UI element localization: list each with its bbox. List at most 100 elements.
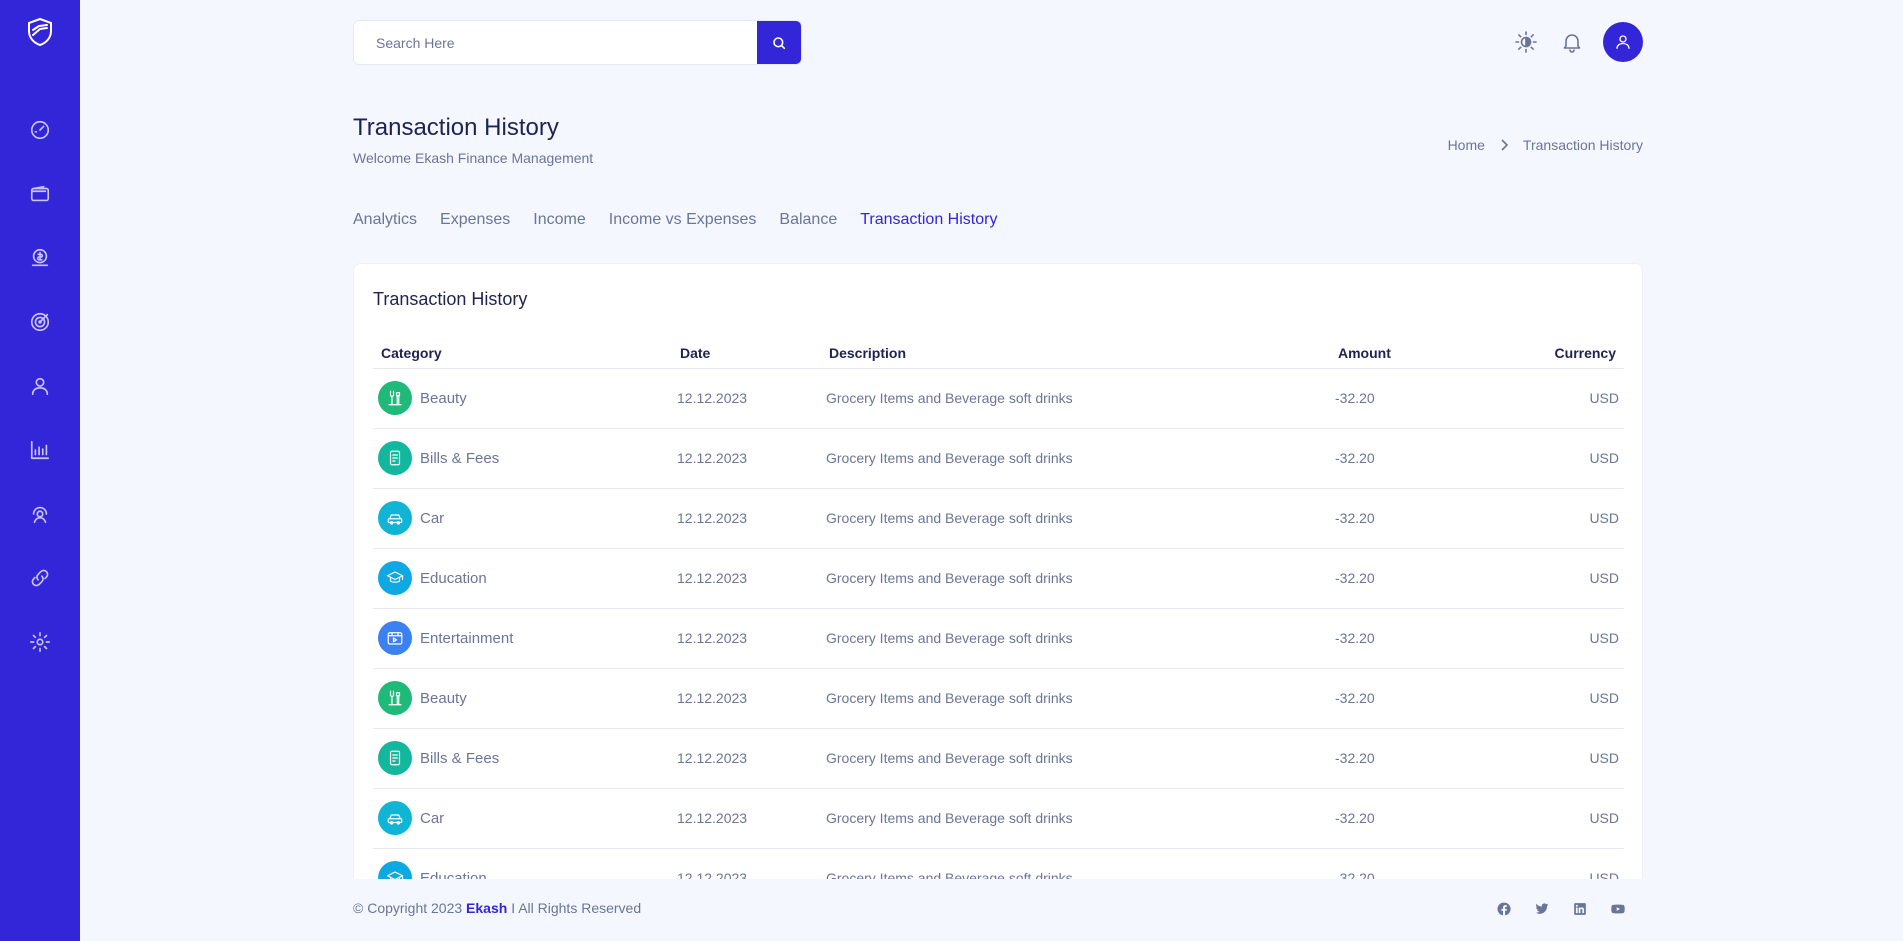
tabs: Analytics Expenses Income Income vs Expe… xyxy=(353,211,1020,229)
currency-cell: USD xyxy=(1500,488,1624,549)
table-row[interactable]: Bills & Fees 12.12.2023 Grocery Items and … xyxy=(373,428,1624,489)
amount-cell: -32.20 xyxy=(1330,548,1500,609)
target-icon xyxy=(30,312,50,332)
category-label: Beauty xyxy=(420,689,467,707)
footer-brand-link[interactable]: Ekash xyxy=(466,900,507,916)
gear-icon xyxy=(30,632,50,652)
breadcrumb-current: Transaction History xyxy=(1522,137,1643,153)
card-title: Transaction History xyxy=(373,289,528,309)
logo[interactable] xyxy=(22,14,58,50)
copyright-suffix: I All Rights Reserved xyxy=(511,900,642,916)
sidebar-item-profile[interactable] xyxy=(18,364,62,408)
currency-cell: USD xyxy=(1500,548,1624,609)
currency-cell: USD xyxy=(1500,368,1624,429)
search-icon xyxy=(773,36,786,49)
linkedin-icon[interactable] xyxy=(1569,898,1591,920)
category: Car xyxy=(378,501,667,535)
search-button[interactable] xyxy=(757,21,801,64)
amount-cell: -32.20 xyxy=(1330,728,1500,789)
facebook-icon[interactable] xyxy=(1493,898,1515,920)
sidebar-item-dashboard[interactable] xyxy=(18,108,62,152)
transaction-history-card: Transaction History Category Date Descri… xyxy=(353,263,1643,941)
copyright: © Copyright 2023 Ekash I All Rights Rese… xyxy=(353,900,641,916)
notifications-button[interactable] xyxy=(1557,27,1587,57)
main-content: Transaction History Welcome Ekash Financ… xyxy=(353,0,1643,941)
amount-cell: -32.20 xyxy=(1330,608,1500,669)
category: Entertainment xyxy=(378,621,667,655)
currency-cell: USD xyxy=(1500,728,1624,789)
tab-analytics[interactable]: Analytics xyxy=(353,211,417,229)
category: Car xyxy=(378,801,667,835)
breadcrumb: Home Transaction History xyxy=(1448,137,1643,153)
amount-cell: -32.20 xyxy=(1330,788,1500,849)
support-icon xyxy=(32,506,48,524)
table-row[interactable]: Car 12.12.2023 Grocery Items and Beverage … xyxy=(373,788,1624,849)
category: Education xyxy=(378,561,667,595)
table-row[interactable]: Bills & Fees 12.12.2023 Grocery Items and … xyxy=(373,728,1624,789)
sidebar-nav xyxy=(18,108,62,684)
category: Bills & Fees xyxy=(378,741,667,775)
table-row[interactable]: Car 12.12.2023 Grocery Items and Beverage … xyxy=(373,488,1624,549)
sidebar-item-wallet[interactable] xyxy=(18,172,62,216)
search-box xyxy=(353,20,802,65)
sidebar-item-links[interactable] xyxy=(18,556,62,600)
transaction-table: Category Date Description Amount Currenc… xyxy=(373,338,1624,909)
entertainment-icon xyxy=(378,621,412,655)
tab-balance[interactable]: Balance xyxy=(779,211,837,229)
column-header-description: Description xyxy=(821,338,1330,369)
graduation-cap-icon xyxy=(378,561,412,595)
date-cell: 12.12.2023 xyxy=(672,788,821,849)
bill-icon xyxy=(378,741,412,775)
description-cell: Grocery Items and Beverage soft drinks xyxy=(821,488,1330,549)
page-header: Transaction History Welcome Ekash Financ… xyxy=(353,114,1643,166)
category-cell: Education xyxy=(373,548,672,609)
column-header-category: Category xyxy=(373,338,672,369)
table-row[interactable]: Education 12.12.2023 Grocery Items and Bev… xyxy=(373,548,1624,609)
table-body: Beauty 12.12.2023 Grocery Items and Bevera… xyxy=(373,368,1624,909)
sidebar-item-analytics[interactable] xyxy=(18,428,62,472)
user-icon xyxy=(1616,35,1630,49)
date-cell: 12.12.2023 xyxy=(672,368,821,429)
sidebar-item-settings[interactable] xyxy=(18,620,62,664)
theme-toggle[interactable] xyxy=(1511,27,1541,57)
category-cell: Beauty xyxy=(373,368,672,429)
currency-cell: USD xyxy=(1500,668,1624,729)
description-cell: Grocery Items and Beverage soft drinks xyxy=(821,608,1330,669)
speedometer-icon xyxy=(30,120,50,140)
breadcrumb-home[interactable]: Home xyxy=(1448,137,1485,153)
tab-income-vs-expenses[interactable]: Income vs Expenses xyxy=(609,211,757,229)
description-cell: Grocery Items and Beverage soft drinks xyxy=(821,548,1330,609)
sidebar xyxy=(0,0,80,941)
tab-expenses[interactable]: Expenses xyxy=(440,211,510,229)
table-row[interactable]: Beauty 12.12.2023 Grocery Items and Bevera… xyxy=(373,368,1624,429)
sidebar-item-money[interactable] xyxy=(18,236,62,280)
description-cell: Grocery Items and Beverage soft drinks xyxy=(821,368,1330,429)
sidebar-item-goals[interactable] xyxy=(18,300,62,344)
tab-income[interactable]: Income xyxy=(533,211,585,229)
beauty-icon xyxy=(378,381,412,415)
social-links xyxy=(1477,898,1629,920)
youtube-icon[interactable] xyxy=(1607,898,1629,920)
date-cell: 12.12.2023 xyxy=(672,548,821,609)
tab-transaction-history[interactable]: Transaction History xyxy=(860,211,997,229)
category: Beauty xyxy=(378,381,667,415)
table-row[interactable]: Entertainment 12.12.2023 Grocery Items and… xyxy=(373,608,1624,669)
category-cell: Bills & Fees xyxy=(373,728,672,789)
twitter-icon[interactable] xyxy=(1531,898,1553,920)
category-cell: Beauty xyxy=(373,668,672,729)
amount-cell: -32.20 xyxy=(1330,428,1500,489)
currency-cell: USD xyxy=(1500,608,1624,669)
table-row[interactable]: Beauty 12.12.2023 Grocery Items and Bevera… xyxy=(373,668,1624,729)
beauty-icon xyxy=(378,681,412,715)
date-cell: 12.12.2023 xyxy=(672,668,821,729)
topbar xyxy=(353,20,1643,66)
category-cell: Car xyxy=(373,488,672,549)
sidebar-item-support[interactable] xyxy=(18,492,62,536)
category-cell: Bills & Fees xyxy=(373,428,672,489)
money-icon xyxy=(31,248,49,267)
bar-chart-icon xyxy=(30,440,50,460)
top-icons xyxy=(1511,22,1643,62)
avatar[interactable] xyxy=(1603,22,1643,62)
search-input[interactable] xyxy=(354,21,759,64)
car-icon xyxy=(378,501,412,535)
